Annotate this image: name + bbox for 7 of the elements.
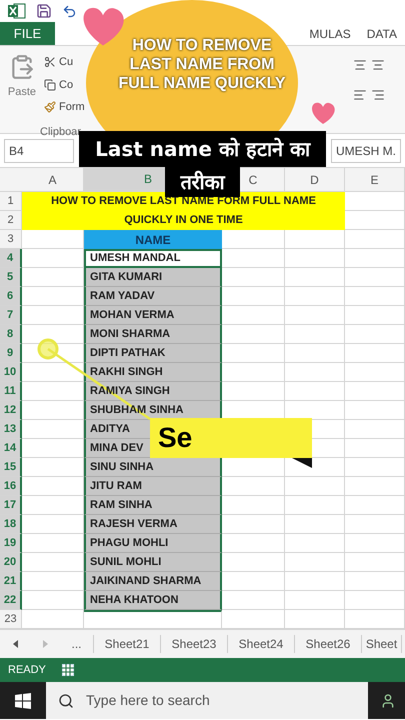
callout-tooltip: Se	[150, 418, 312, 458]
caption-tooltip: Last name को हटाने का	[79, 131, 326, 167]
video-headline: HOW TO REMOVE LAST NAME FROM FULL NAME QUICKLY	[117, 36, 287, 93]
group-label: Clipboar	[40, 124, 82, 140]
caption-tooltip: तरीका	[165, 167, 240, 197]
column-title: NAME	[84, 230, 222, 249]
status-text: READY	[8, 662, 46, 678]
